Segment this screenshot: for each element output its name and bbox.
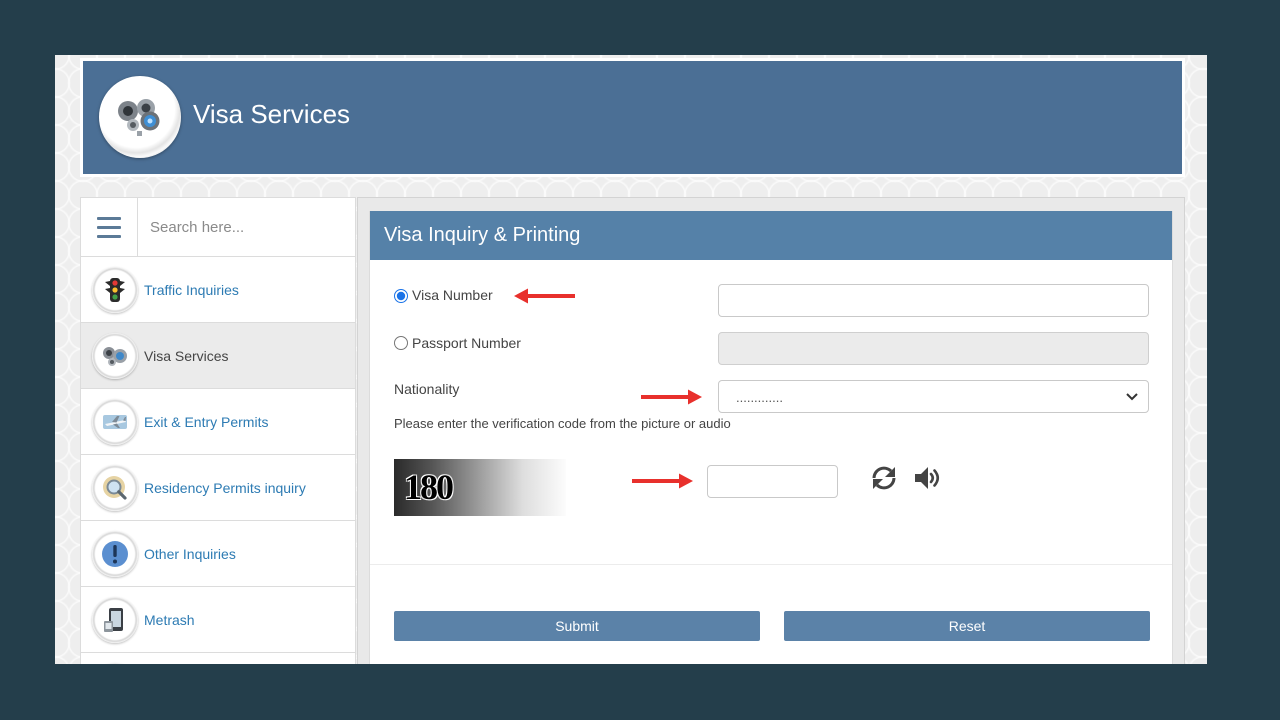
sidebar-item-label: Other Inquiries (144, 545, 236, 562)
hamburger-menu-icon (97, 216, 121, 238)
passport-number-label[interactable]: Passport Number (412, 334, 521, 352)
hamburger-bar (97, 234, 121, 238)
airplane-icon (92, 398, 138, 445)
verification-hint: Please enter the verification code from … (394, 416, 731, 431)
sidebar-item-visa-services[interactable]: Visa Services (81, 323, 355, 389)
passport-number-input[interactable] (718, 332, 1149, 365)
sidebar-item-icon (92, 662, 138, 664)
visa-services-logo (99, 76, 181, 158)
main-content: Visa Inquiry & Printing Visa Number Pass… (357, 197, 1185, 664)
sidebar-item-traffic-inquiries[interactable]: Traffic Inquiries (81, 257, 355, 323)
sidebar-item-label: Exit & Entry Permits (144, 413, 269, 430)
sidebar-item-metrash[interactable]: Metrash (81, 587, 355, 653)
panel-body: Visa Number Passport Number Nationality (370, 260, 1172, 664)
hamburger-bar (97, 225, 121, 229)
exclamation-icon (92, 530, 138, 577)
captcha-text: 180 (404, 467, 454, 507)
hamburger-bar (97, 216, 121, 220)
sidebar-item-label: Residency Permits inquiry (144, 479, 306, 496)
visa-number-input[interactable] (718, 284, 1149, 317)
sidebar-item-label: Traffic Inquiries (144, 281, 239, 298)
visa-services-icon (92, 332, 138, 379)
captcha-image: 180 (394, 459, 566, 516)
page-title: Visa Services (193, 99, 351, 129)
sidebar-item-exit-entry-permits[interactable]: Exit & Entry Permits (81, 389, 355, 455)
nationality-select[interactable]: ............. (718, 380, 1149, 413)
menu-toggle-button[interactable] (81, 198, 138, 256)
visa-number-radio[interactable] (394, 289, 408, 303)
nationality-label: Nationality (394, 381, 460, 397)
sidebar-search-row (81, 198, 355, 257)
captcha-input[interactable] (707, 465, 838, 498)
form-divider (370, 564, 1172, 565)
speaker-icon[interactable] (913, 464, 942, 492)
chevron-down-icon (1126, 393, 1138, 401)
page-frame: Visa Services Search here... Traffic Inq… (55, 55, 1207, 664)
residency-magnifier-icon (92, 464, 138, 511)
site-header: Visa Services (80, 58, 1185, 177)
submit-button[interactable]: Submit (394, 611, 760, 641)
red-arrow-annotation (514, 288, 575, 304)
nationality-selected-value: ............. (736, 390, 783, 405)
sidebar-item-partial[interactable] (81, 653, 355, 664)
red-arrow-annotation (632, 473, 693, 489)
sidebar-item-other-inquiries[interactable]: Other Inquiries (81, 521, 355, 587)
passport-number-radio[interactable] (394, 336, 408, 350)
visa-number-label[interactable]: Visa Number (412, 286, 493, 304)
mobile-device-icon (92, 596, 138, 643)
sidebar: Traffic Inquiries Visa Services (80, 197, 356, 664)
sidebar-item-label: Metrash (144, 611, 195, 628)
reset-button[interactable]: Reset (784, 611, 1150, 641)
refresh-icon[interactable] (869, 463, 899, 493)
red-arrow-annotation (641, 389, 702, 405)
traffic-light-icon (92, 266, 138, 313)
visa-inquiry-panel: Visa Inquiry & Printing Visa Number Pass… (369, 211, 1173, 664)
sidebar-item-residency-permits-inquiry[interactable]: Residency Permits inquiry (81, 455, 355, 521)
sidebar-item-label: Visa Services (144, 347, 229, 364)
panel-title: Visa Inquiry & Printing (370, 211, 1172, 260)
search-input[interactable] (138, 198, 355, 256)
